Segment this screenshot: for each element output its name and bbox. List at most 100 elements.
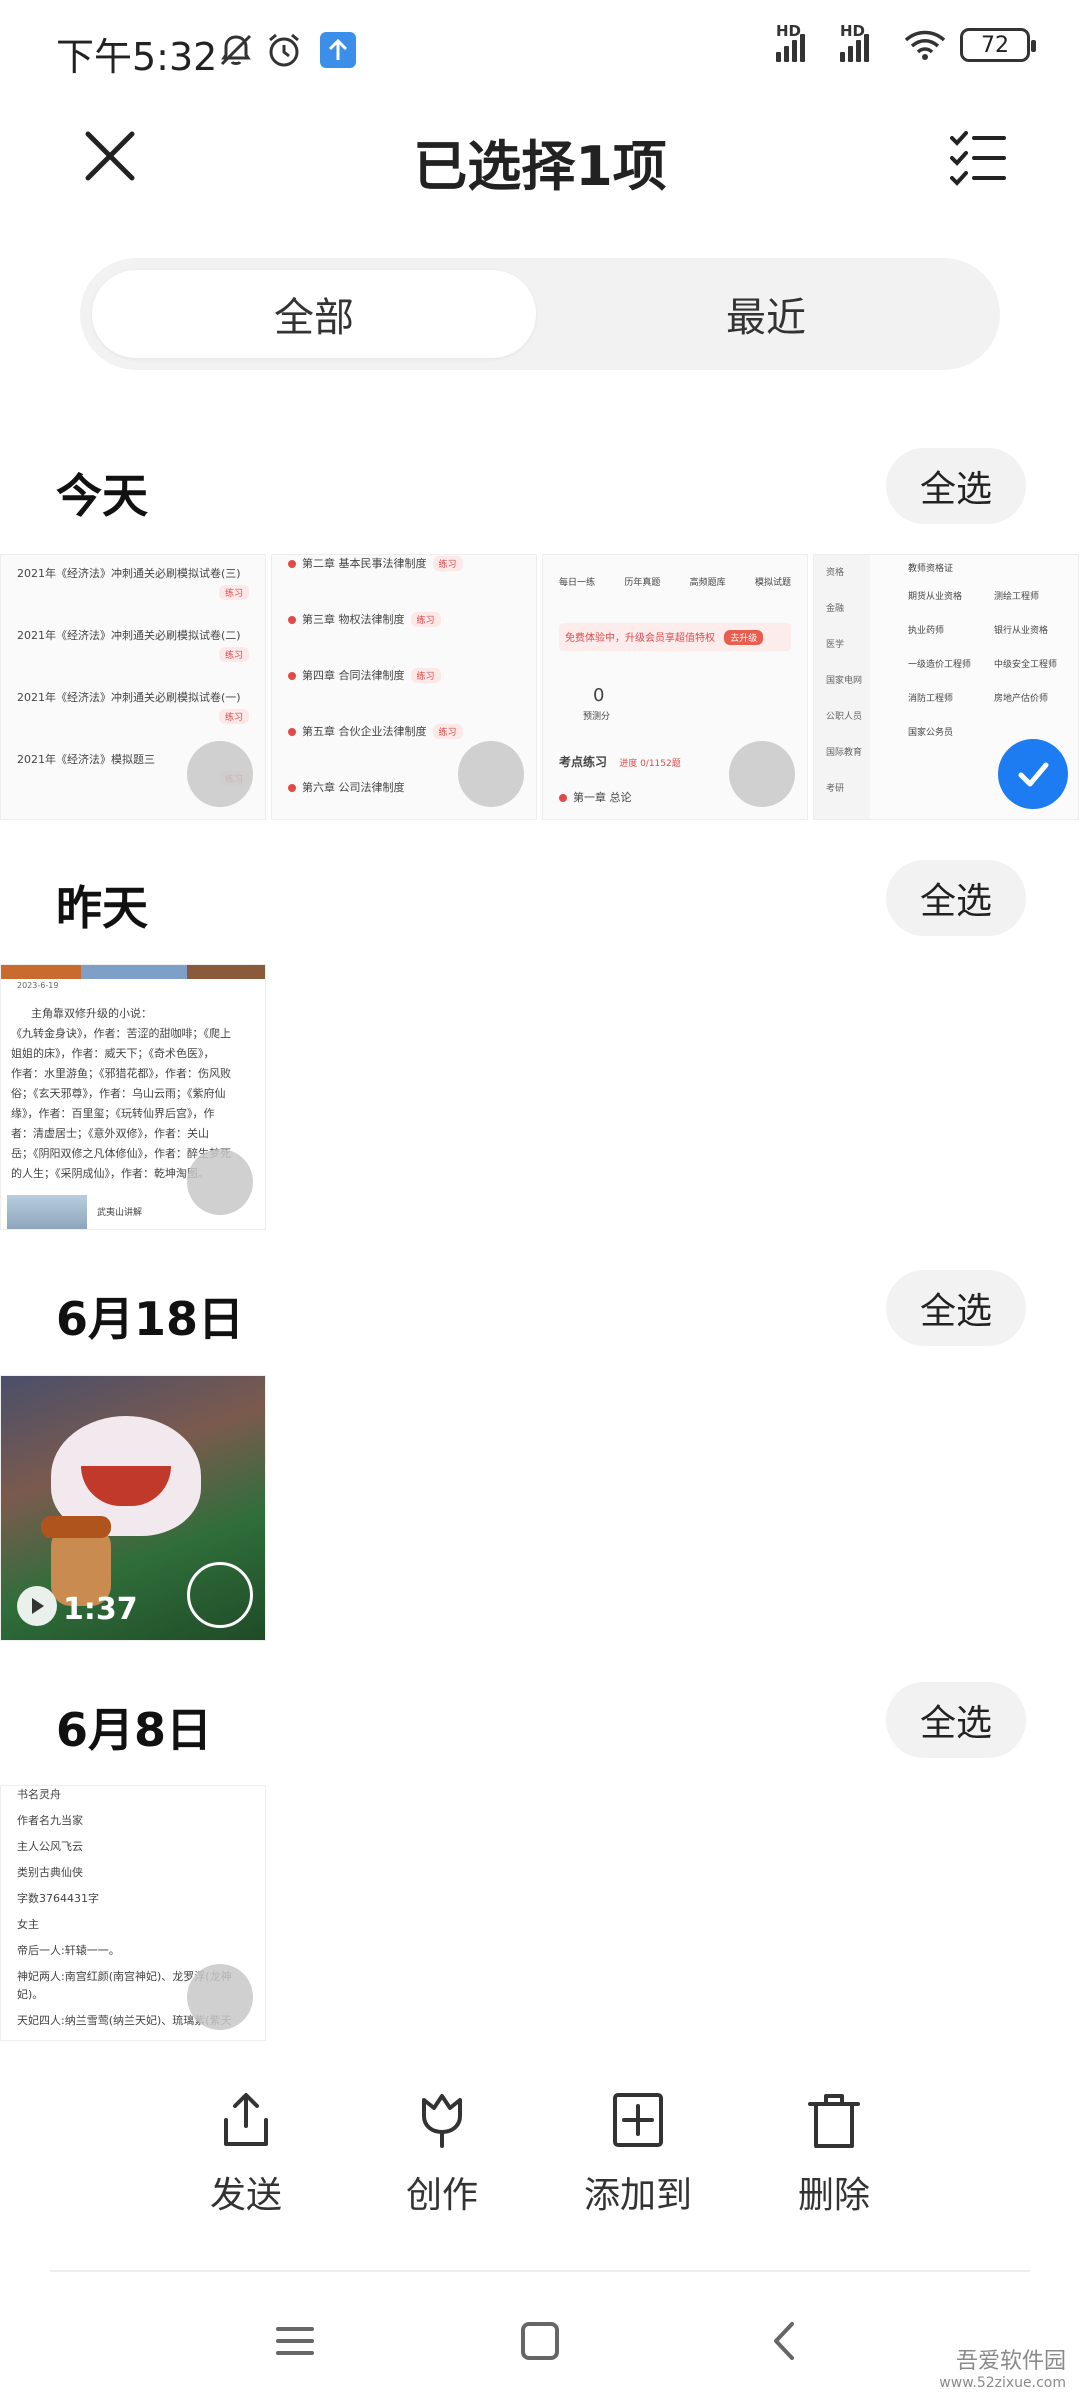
menu-icon[interactable]	[270, 2316, 320, 2366]
thumb-text: 第四章 合同法律制度	[302, 669, 405, 682]
delete-label: 删除	[797, 2175, 870, 2216]
thumb-text: 主人公风飞云	[17, 1840, 83, 1853]
watermark: 吾爱软件园 www.52zixue.com	[939, 2349, 1066, 2392]
add-to-label: 添加到	[583, 2175, 692, 2216]
photo-thumbnail[interactable]: 2023-6-19 主角靠双修升级的小说： 《九转金身诀》，作者：苦涩的甜咖啡；…	[0, 964, 266, 1230]
thumb-text: 作者名九当家	[17, 1814, 83, 1827]
watermark-site: www.52zixue.com	[939, 2375, 1066, 2392]
practice-badge: 练习	[218, 709, 249, 724]
thumb-text: 中级安全工程师	[994, 660, 1058, 670]
select-circle[interactable]	[187, 1562, 253, 1628]
bottom-action-bar: 发送 创作 添加到 删除	[0, 2090, 1080, 2240]
thumb-text: 第三章 物权法律制度	[302, 613, 405, 626]
select-all-button[interactable]: 全选	[886, 1270, 1026, 1346]
thumb-text: 考点练习	[559, 755, 608, 769]
thumb-text: 主角靠双修升级的小说：	[31, 1007, 152, 1020]
thumb-text: 女主	[17, 1918, 39, 1931]
practice-badge: 练习	[410, 612, 441, 627]
thumb-text: 公职人员	[826, 712, 863, 722]
play-icon	[17, 1586, 57, 1626]
system-nav-bar	[0, 2280, 1080, 2400]
select-circle[interactable]	[729, 741, 795, 807]
photo-thumbnail-selected[interactable]: 资格 金融 医学 国家电网 公职人员 国际教育 考研 教师资格证 期货从业资格 …	[813, 554, 1079, 820]
tab-recent[interactable]: 最近	[544, 270, 988, 358]
select-all-button[interactable]: 全选	[886, 1682, 1026, 1758]
checkmark-icon[interactable]	[998, 739, 1068, 809]
thumb-text: 2021年《经济法》冲刺通关必刷模拟试卷(二)	[17, 629, 241, 642]
practice-badge: 练习	[218, 647, 249, 662]
silent-bell-icon	[220, 34, 252, 66]
photo-thumbnail[interactable]: 第二章 基本民事法律制度 练习 第三章 物权法律制度 练习 第四章 合同法律制度 练习…	[271, 554, 537, 820]
signal-icon: HD	[840, 22, 890, 62]
tulip-icon	[422, 2094, 462, 2148]
add-box-icon	[613, 2093, 663, 2147]
hd-label: HD	[840, 22, 866, 40]
watermark-name: 吾爱软件园	[955, 2348, 1066, 2374]
select-circle[interactable]	[187, 741, 253, 807]
share-icon	[224, 2093, 268, 2146]
wifi-icon	[904, 30, 946, 60]
thumb-text: 2021年《经济法》冲刺通关必刷模拟试卷(一)	[17, 691, 241, 704]
album-filter-segment: 全部 最近	[80, 258, 1000, 370]
add-to-button[interactable]: 添加到	[558, 2090, 718, 2218]
thumb-text: 第一章 总论	[573, 791, 632, 804]
section-title-yesterday: 昨天	[56, 881, 148, 935]
photo-thumbnail[interactable]: 2021年《经济法》冲刺通关必刷模拟试卷(三) 练习 2021年《经济法》冲刺通…	[0, 554, 266, 820]
thumb-text: 第五章 合伙企业法律制度	[302, 725, 427, 738]
thumb-text: 测绘工程师	[994, 592, 1040, 602]
select-circle[interactable]	[458, 741, 524, 807]
video-thumbnail[interactable]: 1:37	[0, 1375, 266, 1641]
thumb-text: 书名灵舟	[17, 1788, 61, 1801]
practice-badge: 练习	[432, 556, 463, 571]
thumb-text: 进度 0/1152题	[619, 759, 681, 769]
tab-all[interactable]: 全部	[92, 270, 536, 358]
upload-notification-icon	[320, 32, 356, 68]
thumb-text: 每日一练	[559, 578, 596, 588]
video-duration: 1:37	[63, 1592, 138, 1627]
create-button[interactable]: 创作	[362, 2090, 522, 2218]
battery-level: 72	[981, 32, 1009, 58]
thumb-text: 模拟试题	[754, 578, 791, 588]
select-all-button[interactable]: 全选	[886, 448, 1026, 524]
thumb-text: 帝后一人:轩辕一一。	[17, 1944, 120, 1957]
trash-icon	[808, 2094, 860, 2148]
select-circle[interactable]	[187, 1964, 253, 2030]
send-button[interactable]: 发送	[166, 2090, 326, 2218]
photo-thumbnail[interactable]: 书名灵舟 作者名九当家 主人公风飞云 类别古典仙侠 字数3764431字 女主 …	[0, 1785, 266, 2041]
thumb-text: 医学	[826, 640, 845, 650]
delete-button[interactable]: 删除	[754, 2090, 914, 2218]
thumb-text: 2021年《经济法》冲刺通关必刷模拟试卷(三)	[17, 567, 241, 580]
thumb-text: 俗；《玄天邪尊》，作者：乌山云雨；《紫府仙	[11, 1087, 226, 1100]
thumb-text: 国家电网	[826, 676, 863, 686]
thumb-text: 历年真题	[624, 578, 661, 588]
thumb-text: 字数3764431字	[17, 1892, 99, 1905]
thumb-text: 缘》，作者：百里玺；《玩转仙界后宫》，作	[11, 1107, 215, 1120]
thumb-text: 者：清虚居士；《意外双修》，作者：关山	[11, 1127, 209, 1140]
select-circle[interactable]	[187, 1149, 253, 1215]
status-time: 下午5:32	[56, 35, 218, 79]
thumb-text: 银行从业资格	[994, 626, 1049, 636]
home-icon[interactable]	[515, 2316, 565, 2366]
checklist-icon[interactable]	[948, 128, 1008, 188]
send-label: 发送	[209, 2175, 282, 2216]
thumb-text: 第六章 公司法律制度	[302, 781, 405, 794]
thumb-text: 金融	[826, 604, 845, 614]
divider	[50, 2270, 1030, 2272]
create-label: 创作	[405, 2175, 478, 2216]
thumb-text: 第二章 基本民事法律制度	[302, 557, 427, 570]
status-right: HD HD 72	[776, 22, 1036, 62]
alarm-icon	[269, 33, 299, 67]
back-icon[interactable]	[760, 2316, 810, 2366]
photo-thumbnail[interactable]: 每日一练 历年真题 高频题库 模拟试题 免费体验中，升级会员享超值特权 去升级 …	[542, 554, 808, 820]
page-title: 已选择1项	[413, 135, 667, 198]
status-bar: 下午5:32 HD HD 72	[0, 0, 1080, 100]
thumb-text: 免费体验中，升级会员享超值特权	[565, 633, 715, 644]
thumb-text: 姐姐的床》，作者：威天下；《奇术色医》，	[11, 1047, 215, 1060]
select-all-button[interactable]: 全选	[886, 860, 1026, 936]
practice-badge: 练习	[218, 585, 249, 600]
section-title-june-18: 6月18日	[56, 1292, 245, 1346]
thumb-text: 房地产估价师	[994, 694, 1049, 704]
thumb-text: 高频题库	[689, 578, 726, 588]
thumb-text: 国家公务员	[908, 728, 954, 738]
thumb-text: 教师资格证	[908, 564, 954, 574]
